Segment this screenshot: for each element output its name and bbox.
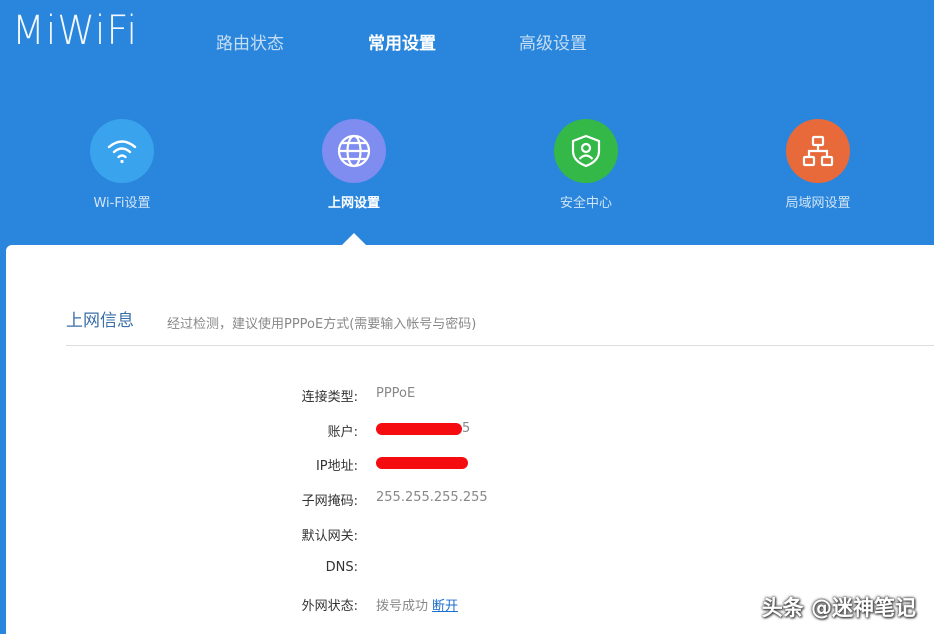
category-label: Wi-Fi设置 <box>93 196 151 211</box>
category-label: 安全中心 <box>559 196 612 211</box>
globe-icon <box>322 119 386 183</box>
active-category-pointer <box>342 233 366 245</box>
info-label: 外网状态: <box>301 599 358 614</box>
info-label: IP地址: <box>315 459 358 474</box>
tab-advanced-settings[interactable]: 高级设置 <box>519 29 587 54</box>
category-lan-settings[interactable]: 局域网设置 <box>758 119 878 211</box>
section-hint: 经过检测，建议使用PPPoE方式(需要输入帐号与密码) <box>167 317 477 332</box>
lan-icon <box>786 119 850 183</box>
info-row-dns: DNS: <box>0 560 934 580</box>
info-label: DNS: <box>325 560 358 575</box>
info-value-container <box>376 455 468 470</box>
info-value: 拨号成功 <box>376 599 429 614</box>
tab-router-status[interactable]: 路由状态 <box>216 29 284 54</box>
info-label: 子网掩码: <box>301 494 358 509</box>
info-label: 默认网关: <box>301 529 358 544</box>
info-label: 连接类型: <box>301 390 358 405</box>
category-security-center[interactable]: 安全中心 <box>526 119 646 211</box>
category-internet-settings[interactable]: 上网设置 <box>294 119 414 211</box>
category-label: 局域网设置 <box>785 196 851 211</box>
info-value-container: 5 <box>376 421 470 436</box>
info-value: 5 <box>462 421 471 436</box>
info-row-ip: IP地址: <box>0 455 934 475</box>
divider <box>66 345 934 346</box>
tab-common-settings[interactable]: 常用设置 <box>368 29 436 54</box>
watermark: 头条 @迷神笔记 <box>761 596 916 620</box>
info-row-gateway: 默认网关: <box>0 525 934 545</box>
section-title: 上网信息 <box>66 311 134 331</box>
redaction-mark <box>376 422 462 435</box>
redaction-mark <box>376 456 468 469</box>
info-label: 账户: <box>327 425 358 440</box>
info-value-container: 拨号成功 断开 <box>376 595 458 614</box>
shield-icon <box>554 119 618 183</box>
info-row-connection-type: 连接类型: PPPoE <box>0 386 934 406</box>
top-nav: 路由状态 常用设置 高级设置 <box>0 29 934 54</box>
info-value: 255.255.255.255 <box>376 490 488 505</box>
info-value: PPPoE <box>376 386 416 401</box>
disconnect-link[interactable]: 断开 <box>432 599 458 614</box>
category-label: 上网设置 <box>327 196 380 211</box>
info-row-subnet: 子网掩码: 255.255.255.255 <box>0 490 934 510</box>
wifi-icon <box>90 119 154 183</box>
category-wifi-settings[interactable]: Wi-Fi设置 <box>62 119 182 211</box>
info-row-account: 账户: 5 <box>0 421 934 441</box>
